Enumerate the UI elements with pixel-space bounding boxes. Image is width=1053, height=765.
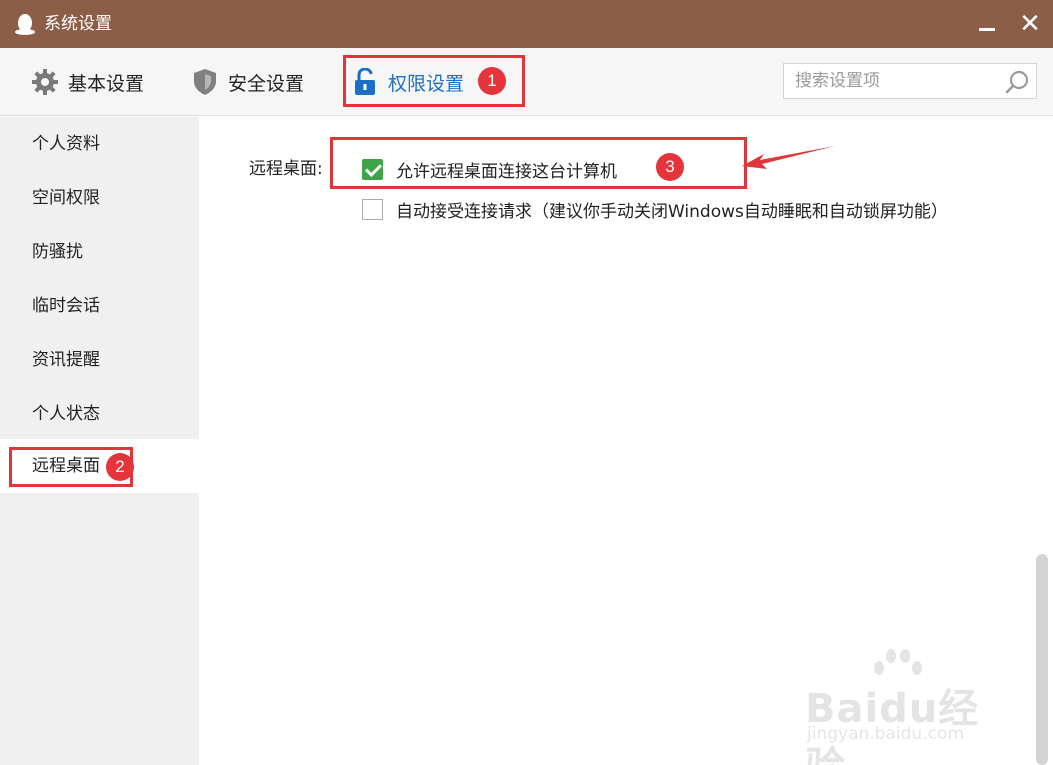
annotation-arrow-icon <box>742 146 835 169</box>
search-icon[interactable] <box>1004 69 1030 95</box>
search-box[interactable] <box>783 63 1037 99</box>
sidebar: 个人资料 空间权限 防骚扰 临时会话 资讯提醒 个人状态 远程桌面 2 <box>0 117 199 765</box>
top-tab-bar: 基本设置 安全设置 权限设置 1 <box>0 48 1053 116</box>
vertical-scrollbar[interactable] <box>1036 554 1048 765</box>
sidebar-item-anti-harassment[interactable]: 防骚扰 <box>0 225 199 279</box>
sidebar-item-profile[interactable]: 个人资料 <box>0 117 199 171</box>
gear-icon <box>30 67 60 97</box>
sidebar-item-temp-session[interactable]: 临时会话 <box>0 279 199 333</box>
shield-icon <box>190 67 220 97</box>
close-button[interactable]: ✕ <box>1012 8 1048 40</box>
tab-security-label: 安全设置 <box>228 72 305 95</box>
search-input[interactable] <box>784 64 998 98</box>
auto-accept-checkbox[interactable] <box>362 199 383 220</box>
auto-accept-option[interactable]: 自动接受连接请求（建议你手动关闭Windows自动睡眠和自动锁屏功能） <box>362 197 948 222</box>
window-title: 系统设置 <box>44 14 112 34</box>
watermark-text: Baidu经验 <box>805 686 980 765</box>
tab-basic-label: 基本设置 <box>68 72 145 95</box>
annotation-badge-2: 2 <box>106 453 134 481</box>
tab-security-settings[interactable]: 安全设置 <box>190 48 304 116</box>
sidebar-item-personal-status[interactable]: 个人状态 <box>0 387 199 441</box>
watermark-logo: Baidu经验 jingyan.baidu.com <box>805 648 1005 765</box>
annotation-badge-3: 3 <box>656 153 684 181</box>
sidebar-item-news-reminder[interactable]: 资讯提醒 <box>0 333 199 387</box>
annotation-badge-1: 1 <box>478 67 506 95</box>
watermark-url: jingyan.baidu.com <box>807 724 964 744</box>
tab-basic-settings[interactable]: 基本设置 <box>30 48 144 116</box>
title-bar: 系统设置 ✕ <box>0 0 1053 48</box>
auto-accept-text: 自动接受连接请求（建议你手动关闭Windows自动睡眠和自动锁屏功能） <box>396 202 948 222</box>
highlight-box-option <box>330 137 747 189</box>
remote-desktop-label: 远程桌面: <box>249 159 323 179</box>
penguin-icon <box>15 14 35 35</box>
sidebar-item-space-permission[interactable]: 空间权限 <box>0 171 199 225</box>
minimize-button[interactable] <box>968 10 1004 40</box>
